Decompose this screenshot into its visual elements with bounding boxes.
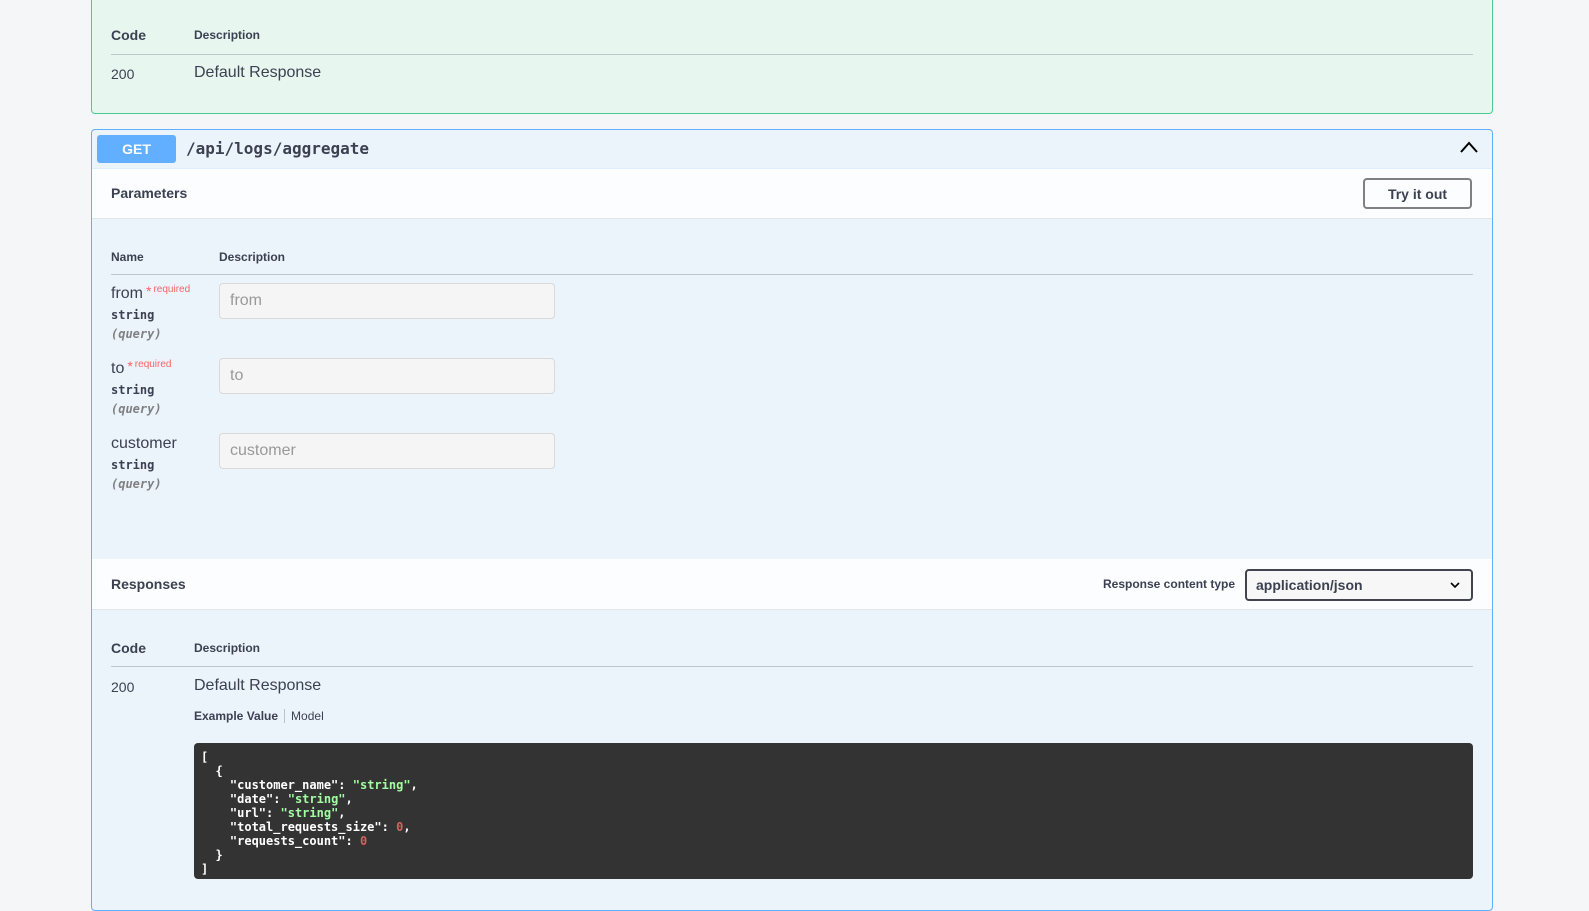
code-line: "customer_name": "string", [229,778,418,792]
code-column-header: Code [111,640,146,656]
responses-section-header: Responses Response content type applicat… [92,559,1492,610]
code-line: "url": "string", [229,806,346,820]
parameter-type: string [111,458,155,472]
to-input[interactable] [219,358,555,394]
parameter-type: string [111,308,155,322]
responses-title: Responses [111,576,186,592]
code-line: "total_requests_size": 0, [229,820,411,834]
response-code: 200 [111,679,135,695]
required-badge: required [153,284,191,295]
tab-example-value[interactable]: Example Value [194,709,286,723]
response-description: Default Response [194,64,322,81]
operation-summary[interactable]: GET /api/logs/aggregate [92,130,1492,169]
code-line: { [201,764,223,778]
parameter-location: (query) [111,402,162,416]
parameter-type: string [111,383,155,397]
code-line: } [201,848,223,862]
parameters-table-header: Name Description [111,248,1473,275]
code-line: "date": "string", [229,792,353,806]
parameter-row-from: from * required string (query) [111,283,1473,355]
code-line: [ [201,750,209,764]
parameter-row-customer: customer string (query) [111,433,1473,505]
operation-path: /api/logs/aggregate [186,139,370,158]
name-column-header: Name [111,250,144,264]
try-it-out-button[interactable]: Try it out [1363,178,1472,209]
example-value-code-block: [ { "customer_name": "string", "date": "… [194,743,1473,879]
description-column-header: Description [194,28,261,42]
response-code: 200 [111,66,135,82]
description-column-header: Description [219,250,286,264]
response-description: Default Response [194,677,322,694]
response-content-type-select[interactable]: application/json [1245,569,1473,601]
responses-table-header: Code Description [111,638,1473,667]
chevron-down-icon [1450,582,1460,589]
code-line: "requests_count": 0 [229,834,368,848]
previous-operation-block: Code Description 200 Default Response [91,0,1493,114]
parameters-title: Parameters [111,185,188,201]
from-input[interactable] [219,283,555,319]
code-column-header: Code [111,27,146,43]
parameter-location: (query) [111,327,162,341]
required-badge: required [134,359,172,370]
response-content-type-label: Response content type [1103,577,1236,591]
method-badge: GET [97,135,176,163]
customer-input[interactable] [219,433,555,469]
chevron-up-icon[interactable] [1459,140,1479,154]
parameter-name: to * required [111,358,172,377]
code-line: ] [201,862,209,876]
selected-content-type: application/json [1256,577,1363,593]
parameter-location: (query) [111,477,162,491]
example-model-tabs: Example Value Model [194,709,324,723]
parameters-section-header: Parameters Try it out [92,168,1492,219]
parameter-name: customer [111,435,177,452]
parameter-row-to: to * required string (query) [111,358,1473,430]
description-column-header: Description [194,641,261,655]
get-operation-block: GET /api/logs/aggregate Parameters Try i… [91,129,1493,911]
previous-responses-header: Code Description [111,27,1473,55]
parameter-name: from * required [111,283,191,302]
tab-model[interactable]: Model [285,709,324,723]
